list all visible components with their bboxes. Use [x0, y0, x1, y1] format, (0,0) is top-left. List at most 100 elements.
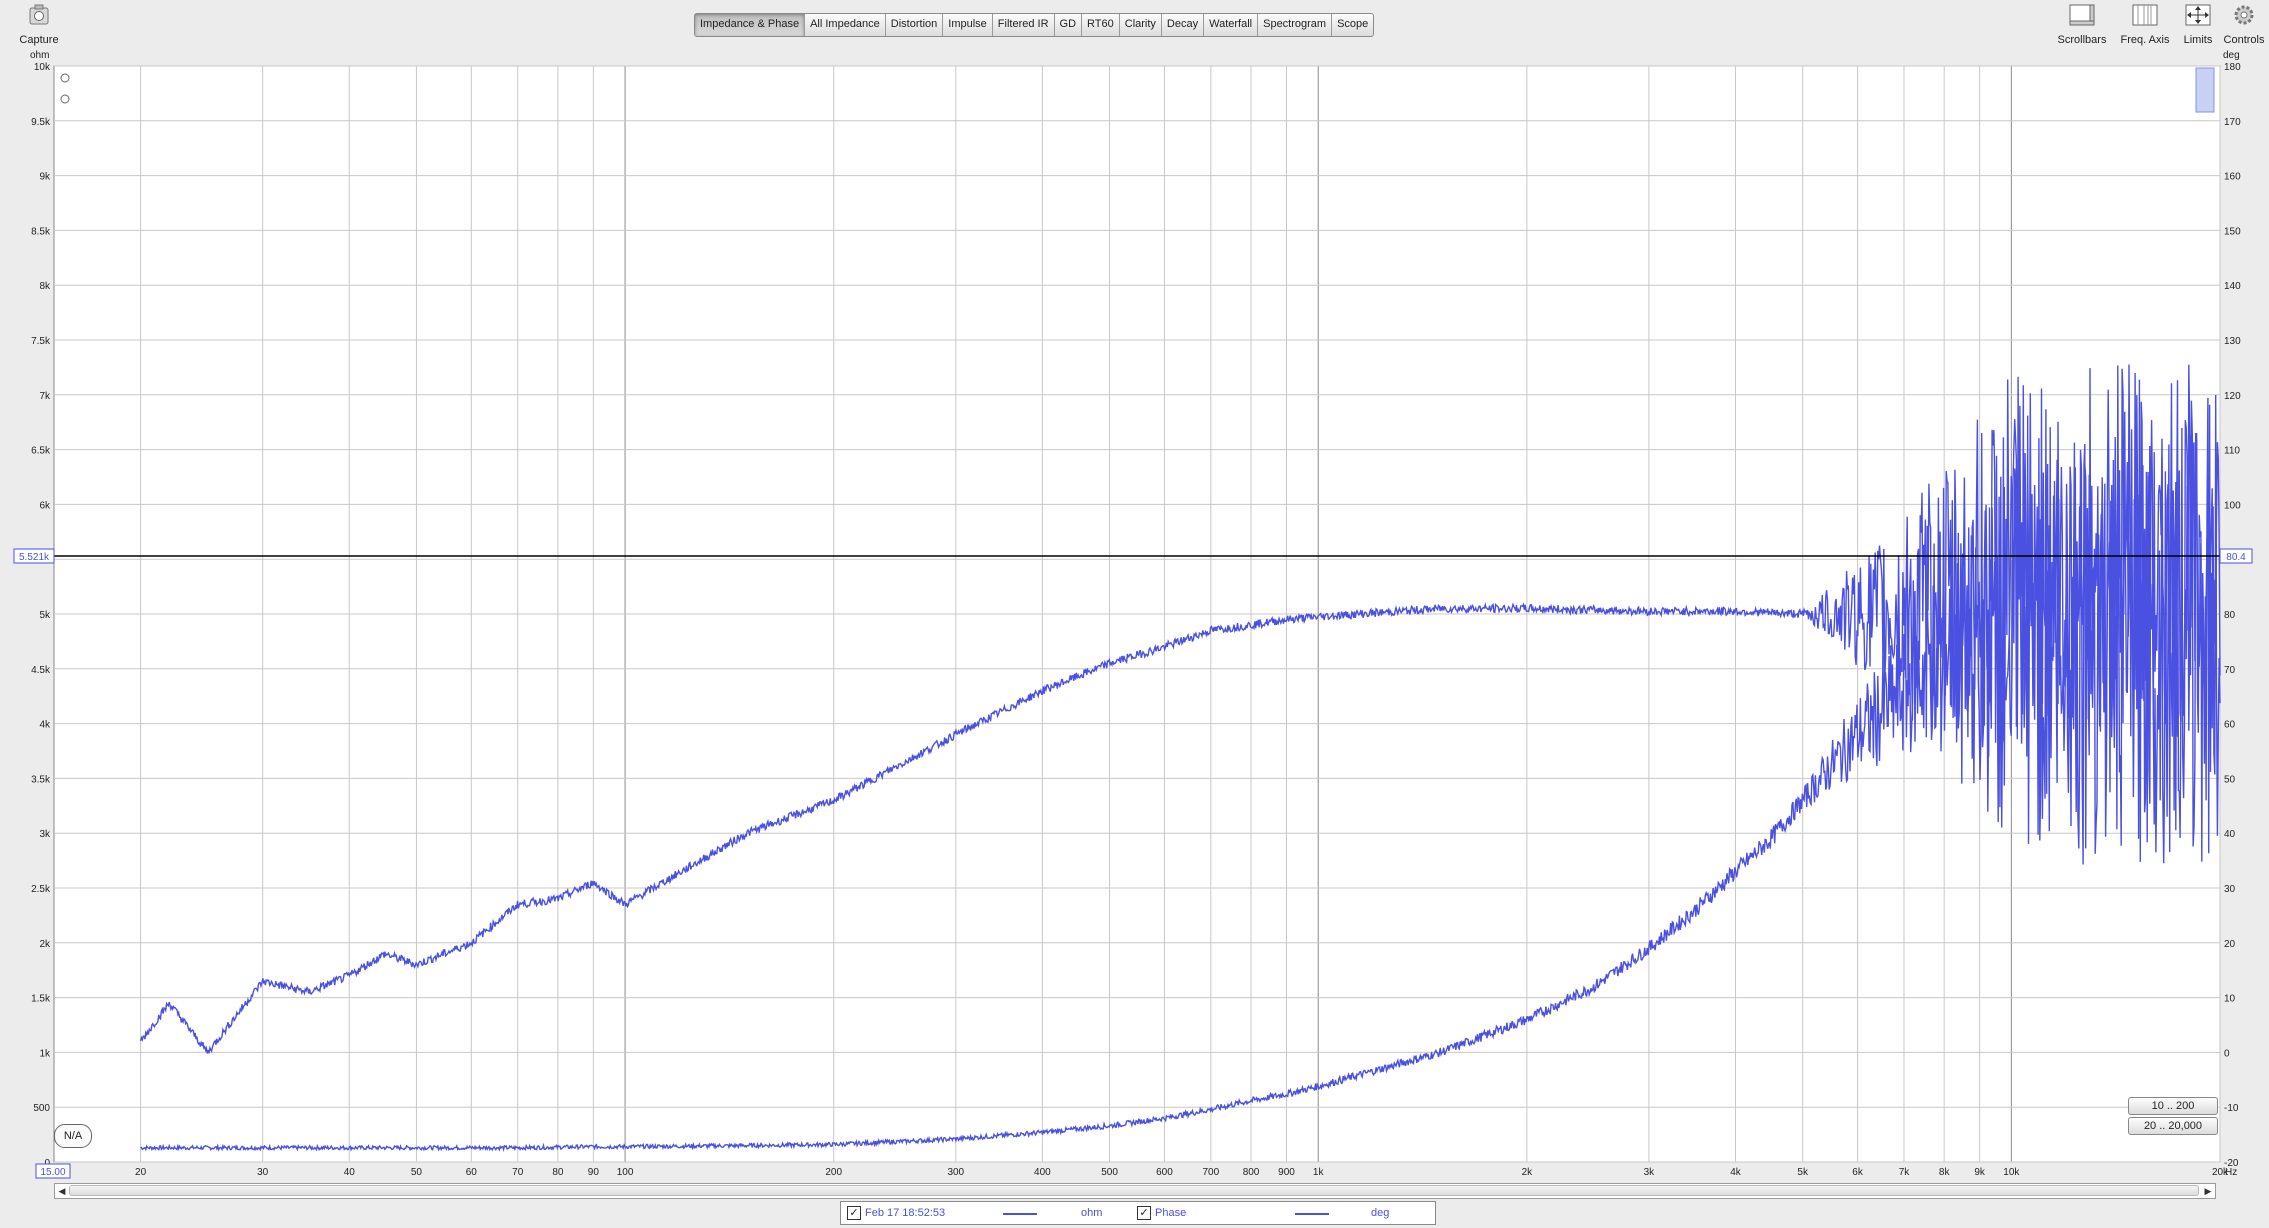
x-tick-label: 700	[1203, 1167, 1220, 1178]
y-right-tick-label: 160	[2224, 172, 2241, 183]
y-left-tick-label: 8k	[39, 281, 51, 292]
y-left-tick-label: 500	[33, 1103, 50, 1114]
controls-button[interactable]: Controls	[2220, 2, 2268, 46]
capture-label: Capture	[19, 34, 59, 46]
y-right-tick-label: 0	[2224, 1048, 2230, 1059]
x-tick-label: 9k	[1974, 1167, 1986, 1178]
y-left-tick-label: 8.5k	[31, 226, 51, 237]
right-axis-zoom-icon[interactable]	[2195, 67, 2215, 113]
impedance-visible-checkbox[interactable]: ✓	[847, 1206, 861, 1220]
cursor-left-value: 5.521k	[19, 552, 50, 563]
camera-icon	[29, 4, 49, 25]
x-tick-label: 5k	[1797, 1167, 1809, 1178]
phase-legend-label: Phase	[1155, 1207, 1187, 1219]
y-left-tick-label: 9.5k	[31, 117, 51, 128]
tab-filtered-ir[interactable]: Filtered IR	[993, 14, 1055, 36]
deg-legend-label: deg	[1371, 1207, 1390, 1219]
freq-start-value: 15.00	[40, 1167, 65, 1178]
y-right-tick-label: 10	[2224, 994, 2236, 1005]
y-left-tick-label: 6k	[39, 500, 51, 511]
y-right-tick-label: 120	[2224, 391, 2241, 402]
x-tick-label: 30	[257, 1167, 269, 1178]
x-tick-label: 400	[1034, 1167, 1051, 1178]
y-right-tick-label: 40	[2224, 829, 2236, 840]
ohm-line-swatch	[1003, 1213, 1037, 1215]
phase-visible-checkbox[interactable]: ✓	[1137, 1206, 1151, 1220]
x-tick-label: 70	[512, 1167, 524, 1178]
y-right-tick-label: 20	[2224, 939, 2236, 950]
y-right-tick-label: 180	[2224, 62, 2241, 73]
x-tick-label: 900	[1278, 1167, 1295, 1178]
scrollbars-button[interactable]: Scrollbars	[2052, 2, 2112, 46]
gear-icon	[2234, 5, 2254, 25]
x-tick-label: 4k	[1730, 1167, 1742, 1178]
x-axis-ticks: 20 30 40 50 60 70 80 90 100 200 300 400 500 600 700 800…	[135, 1167, 2229, 1178]
x-tick-label: 7k	[1899, 1167, 1911, 1178]
range-button-10-200[interactable]: 10 .. 200	[2128, 1097, 2218, 1115]
y-left-tick-label: 7.5k	[31, 336, 51, 347]
x-tick-label: 60	[466, 1167, 478, 1178]
y-right-tick-label: 70	[2224, 665, 2236, 676]
x-tick-label: 90	[588, 1167, 600, 1178]
y-right-tick-label: 130	[2224, 336, 2241, 347]
limits-button[interactable]: Limits	[2178, 2, 2218, 46]
impedance-phase-graph[interactable]: 20 30 40 50 60 70 80 90 100 200 300 400 500 600 700 800…	[0, 52, 2269, 1184]
ohm-legend-label: ohm	[1081, 1207, 1103, 1219]
zoom-tools-right[interactable]	[2195, 67, 2215, 113]
freq-axis-label: Freq. Axis	[2120, 34, 2170, 46]
na-button[interactable]: N/A	[54, 1124, 92, 1148]
y-left-tick-label: 3k	[39, 829, 51, 840]
y-left-tick-label: 4.5k	[31, 665, 51, 676]
y-right-tick-label: -10	[2224, 1103, 2239, 1114]
y-right-tick-label: 80	[2224, 610, 2236, 621]
y-left-tick-label: 2k	[39, 939, 51, 950]
x-tick-label: 600	[1156, 1167, 1173, 1178]
x-tick-label: 200	[825, 1167, 842, 1178]
tab-distortion[interactable]: Distortion	[886, 14, 944, 36]
scroll-right-arrow-icon[interactable]: ▶	[2201, 1184, 2215, 1198]
scrollbars-icon	[2069, 4, 2095, 26]
legend: ✓ Feb 17 18:52:53 ohm ✓ Phase deg	[840, 1201, 1436, 1225]
y-right-tick-label: 140	[2224, 281, 2241, 292]
x-tick-label: 300	[947, 1167, 964, 1178]
y-right-tick-label: 170	[2224, 117, 2241, 128]
y-left-tick-label: 2.5k	[31, 884, 51, 895]
x-tick-label: 100	[617, 1167, 634, 1178]
x-tick-label: 800	[1243, 1167, 1260, 1178]
range-button-20-20000[interactable]: 20 .. 20,000	[2128, 1117, 2218, 1135]
y-left-tick-label: 1.5k	[31, 994, 51, 1005]
freq-axis-icon	[2132, 4, 2158, 26]
y-left-tick-label: 1k	[39, 1048, 51, 1059]
scrollbar-thumb[interactable]	[69, 1185, 2199, 1196]
tab-waterfall[interactable]: Waterfall	[1204, 14, 1259, 36]
x-tick-label: 20	[135, 1167, 147, 1178]
scroll-left-arrow-icon[interactable]: ◀	[55, 1184, 69, 1198]
limits-label: Limits	[2183, 34, 2213, 46]
tab-impedance-phase[interactable]: Impedance & Phase	[695, 14, 806, 36]
y-left-tick-label: 5k	[39, 610, 51, 621]
y-right-tick-label: 110	[2224, 446, 2240, 457]
tab-clarity[interactable]: Clarity	[1120, 14, 1162, 36]
tab-impulse[interactable]: Impulse	[943, 14, 993, 36]
view-tabs: Impedance & Phase All Impedance Distorti…	[694, 13, 1375, 37]
y-left-tick-label: 3.5k	[31, 774, 51, 785]
tab-spectrogram[interactable]: Spectrogram	[1258, 14, 1333, 36]
x-tick-label: 500	[1101, 1167, 1118, 1178]
x-tick-label: 80	[552, 1167, 564, 1178]
x-tick-label: 6k	[1852, 1167, 1864, 1178]
y-left-tick-label: 6.5k	[31, 446, 51, 457]
freq-unit: Hz	[2225, 1167, 2237, 1178]
tab-all-impedance[interactable]: All Impedance	[805, 14, 886, 36]
tab-rt60[interactable]: RT60	[1082, 14, 1120, 36]
horizontal-scrollbar[interactable]: ◀ ▶	[54, 1183, 2216, 1199]
tab-scope[interactable]: Scope	[1332, 14, 1373, 36]
freq-axis-button[interactable]: Freq. Axis	[2112, 2, 2178, 46]
capture-button[interactable]: Capture	[14, 2, 64, 46]
tab-gd[interactable]: GD	[1055, 14, 1083, 36]
x-tick-label: 8k	[1939, 1167, 1951, 1178]
x-tick-label: 40	[344, 1167, 356, 1178]
y-right-tick-label: 30	[2224, 884, 2236, 895]
x-tick-label: 2k	[1522, 1167, 1534, 1178]
y-left-tick-label: 7k	[39, 391, 51, 402]
tab-decay[interactable]: Decay	[1162, 14, 1205, 36]
